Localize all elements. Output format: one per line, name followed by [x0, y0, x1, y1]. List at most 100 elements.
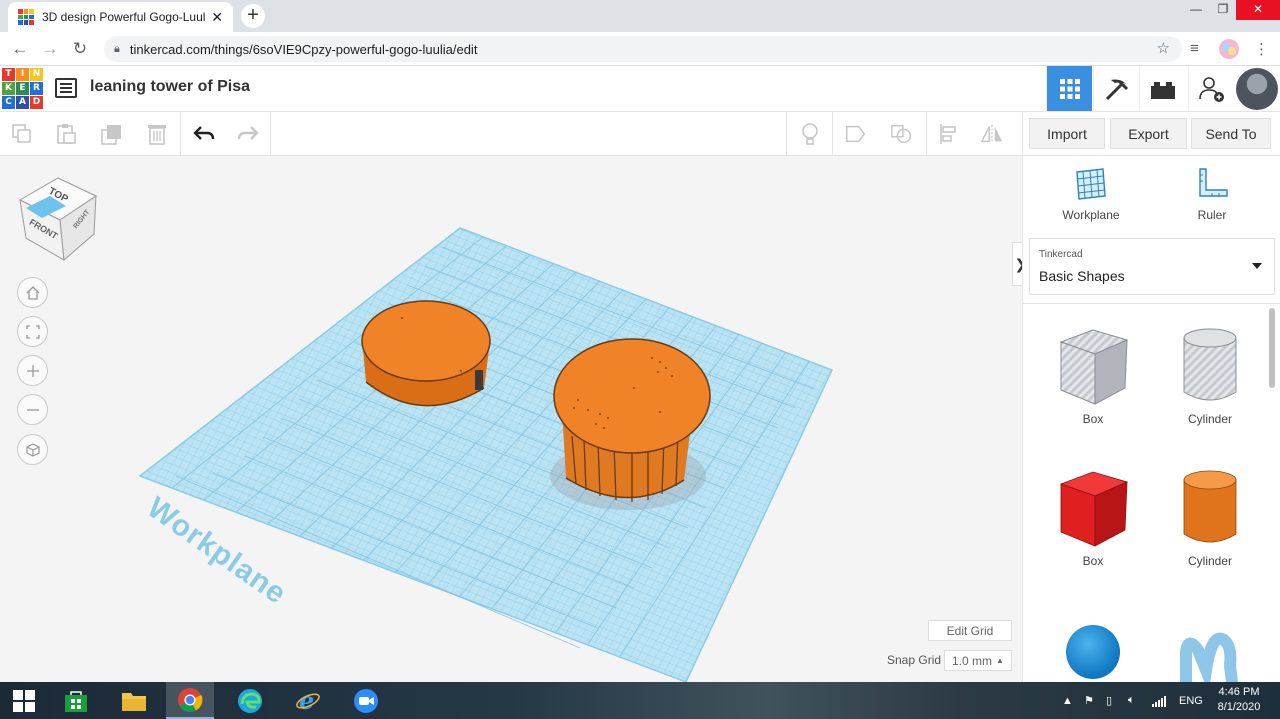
- taskbar-file-explorer[interactable]: [110, 682, 158, 719]
- grid-view-icon: [1059, 78, 1080, 99]
- export-toolbar: Import Export Send To: [1022, 112, 1280, 156]
- export-button[interactable]: Export: [1110, 118, 1187, 149]
- tray-flag-icon[interactable]: ⚑: [1084, 682, 1094, 719]
- restore-icon[interactable]: ❐: [1208, 0, 1238, 20]
- user-avatar[interactable]: [1236, 68, 1278, 110]
- shape-scribble[interactable]: [1162, 626, 1258, 682]
- ruler-icon: [1199, 168, 1228, 197]
- hole-box-icon: [1059, 329, 1129, 405]
- paste-icon[interactable]: [54, 122, 78, 146]
- fit-view-button[interactable]: [17, 316, 48, 347]
- mirror-icon[interactable]: [980, 122, 1004, 146]
- shape-cylinder[interactable]: Cylinder: [1162, 468, 1258, 568]
- reading-list-icon[interactable]: ≡: [1190, 40, 1199, 57]
- browser-tab[interactable]: 3D design Powerful Gogo-Luulia ✕: [8, 2, 233, 32]
- duplicate-icon[interactable]: [100, 122, 124, 146]
- logo-letter: A: [16, 96, 29, 109]
- bookmark-star-icon[interactable]: ☆: [1157, 39, 1170, 57]
- shape-box[interactable]: Box: [1045, 468, 1141, 568]
- undo-icon[interactable]: [192, 122, 216, 146]
- back-icon[interactable]: ←: [8, 38, 32, 60]
- shape-label: Box: [1082, 412, 1104, 426]
- view-cube[interactable]: [14, 170, 104, 270]
- bricks-view-button[interactable]: [1139, 66, 1185, 111]
- workplane-tool[interactable]: Workplane: [1041, 166, 1141, 222]
- cylinder-shape-1[interactable]: [356, 296, 496, 426]
- app-header: TIN KER CAD leaning tower of Pisa: [0, 66, 1280, 112]
- design-title[interactable]: leaning tower of Pisa: [90, 78, 250, 96]
- taskbar-internet-explorer[interactable]: e: [284, 682, 332, 719]
- library-name-label: Basic Shapes: [1039, 268, 1125, 284]
- edit-toolbar: [0, 112, 1022, 156]
- tray-wifi-icon[interactable]: [1152, 682, 1166, 719]
- redo-icon[interactable]: [236, 122, 260, 146]
- panel-scrollbar[interactable]: [1269, 308, 1275, 388]
- shape-hole-cylinder[interactable]: Cylinder: [1162, 326, 1258, 426]
- reload-icon[interactable]: ↻: [68, 38, 92, 60]
- ungroup-icon[interactable]: [890, 122, 914, 146]
- logo-letter: K: [2, 82, 15, 95]
- shape-hole-box[interactable]: Box: [1045, 326, 1141, 426]
- tower-shape[interactable]: [548, 338, 718, 518]
- logo-letter: T: [2, 68, 15, 81]
- align-icon[interactable]: [937, 122, 961, 146]
- copy-icon[interactable]: [10, 122, 34, 146]
- import-button[interactable]: Import: [1029, 118, 1105, 149]
- chrome-menu-icon[interactable]: ⋮: [1254, 40, 1269, 58]
- tinkercad-favicon-icon: [18, 9, 34, 25]
- workplane-icon: [1076, 168, 1106, 200]
- store-icon: [65, 690, 87, 712]
- taskbar-clock[interactable]: 4:46 PM 8/1/2020: [1206, 685, 1272, 715]
- taskbar-store[interactable]: [52, 682, 100, 719]
- hole-cylinder-icon: [1183, 328, 1237, 401]
- minimize-icon[interactable]: —: [1181, 0, 1211, 20]
- pickaxe-icon: [1105, 79, 1128, 100]
- logo-letter: R: [30, 82, 43, 95]
- internet-explorer-icon: e: [296, 688, 320, 714]
- tray-language[interactable]: ENG: [1179, 682, 1203, 719]
- profile-icon[interactable]: [1218, 38, 1240, 64]
- taskbar-chrome[interactable]: [166, 682, 214, 719]
- box-icon: [1059, 471, 1129, 547]
- ruler-tool[interactable]: Ruler: [1162, 166, 1262, 222]
- clock-time: 4:46 PM: [1218, 686, 1260, 698]
- taskbar-zoom[interactable]: [342, 682, 390, 719]
- group-icon[interactable]: [844, 122, 868, 146]
- logo-letter: D: [30, 96, 43, 109]
- workplane-tool-label: Workplane: [1062, 208, 1120, 222]
- workplane-grid[interactable]: [0, 156, 1022, 682]
- tab-close-icon[interactable]: ✕: [211, 9, 223, 26]
- windows-taskbar: e ▲ ⚑ ▯ 🔈︎ ENG 4:46 PM 8/1/2020: [0, 682, 1280, 719]
- home-view-button[interactable]: [17, 277, 48, 308]
- zoom-in-button[interactable]: [17, 355, 48, 386]
- snap-grid-select[interactable]: 1.0 mm ▲: [944, 650, 1012, 671]
- edit-grid-button[interactable]: Edit Grid: [928, 620, 1012, 641]
- shape-library-dropdown[interactable]: Tinkercad Basic Shapes: [1029, 238, 1275, 295]
- lightbulb-icon[interactable]: [798, 122, 822, 146]
- invite-user-button[interactable]: [1188, 66, 1234, 111]
- tray-power-icon[interactable]: ▯: [1106, 682, 1112, 719]
- shape-label: Box: [1082, 554, 1104, 568]
- taskbar-edge[interactable]: [226, 682, 274, 719]
- shapes-panel: Workplane Ruler Tinkercad Basic Shapes B…: [1022, 156, 1280, 682]
- shape-label: Cylinder: [1187, 412, 1232, 426]
- 3d-design-view-button[interactable]: [1046, 66, 1092, 111]
- 3d-viewport[interactable]: Workplane TOP FRONT RIGHT Edit Grid Snap…: [0, 156, 1022, 682]
- design-menu-icon[interactable]: [55, 78, 77, 98]
- tinkercad-logo[interactable]: TIN KER CAD: [2, 68, 43, 110]
- shape-sphere[interactable]: [1045, 622, 1141, 682]
- minecraft-view-button[interactable]: [1093, 66, 1139, 111]
- window-close-icon[interactable]: ✕: [1236, 0, 1280, 20]
- tray-volume-icon[interactable]: 🔈︎: [1128, 682, 1135, 719]
- start-button[interactable]: [0, 682, 48, 719]
- shape-label: Cylinder: [1187, 554, 1232, 568]
- address-bar[interactable]: 🔒︎ tinkercad.com/things/6soVIE9Cpzy-powe…: [104, 36, 1182, 62]
- tray-overflow-icon[interactable]: ▲: [1062, 682, 1073, 719]
- delete-icon[interactable]: [145, 122, 169, 146]
- send-to-button[interactable]: Send To: [1191, 118, 1271, 149]
- projection-button[interactable]: [17, 434, 48, 465]
- zoom-out-button[interactable]: [17, 394, 48, 425]
- forward-icon[interactable]: →: [38, 38, 62, 60]
- new-tab-button[interactable]: +: [241, 4, 265, 28]
- ruler-tool-label: Ruler: [1197, 208, 1227, 222]
